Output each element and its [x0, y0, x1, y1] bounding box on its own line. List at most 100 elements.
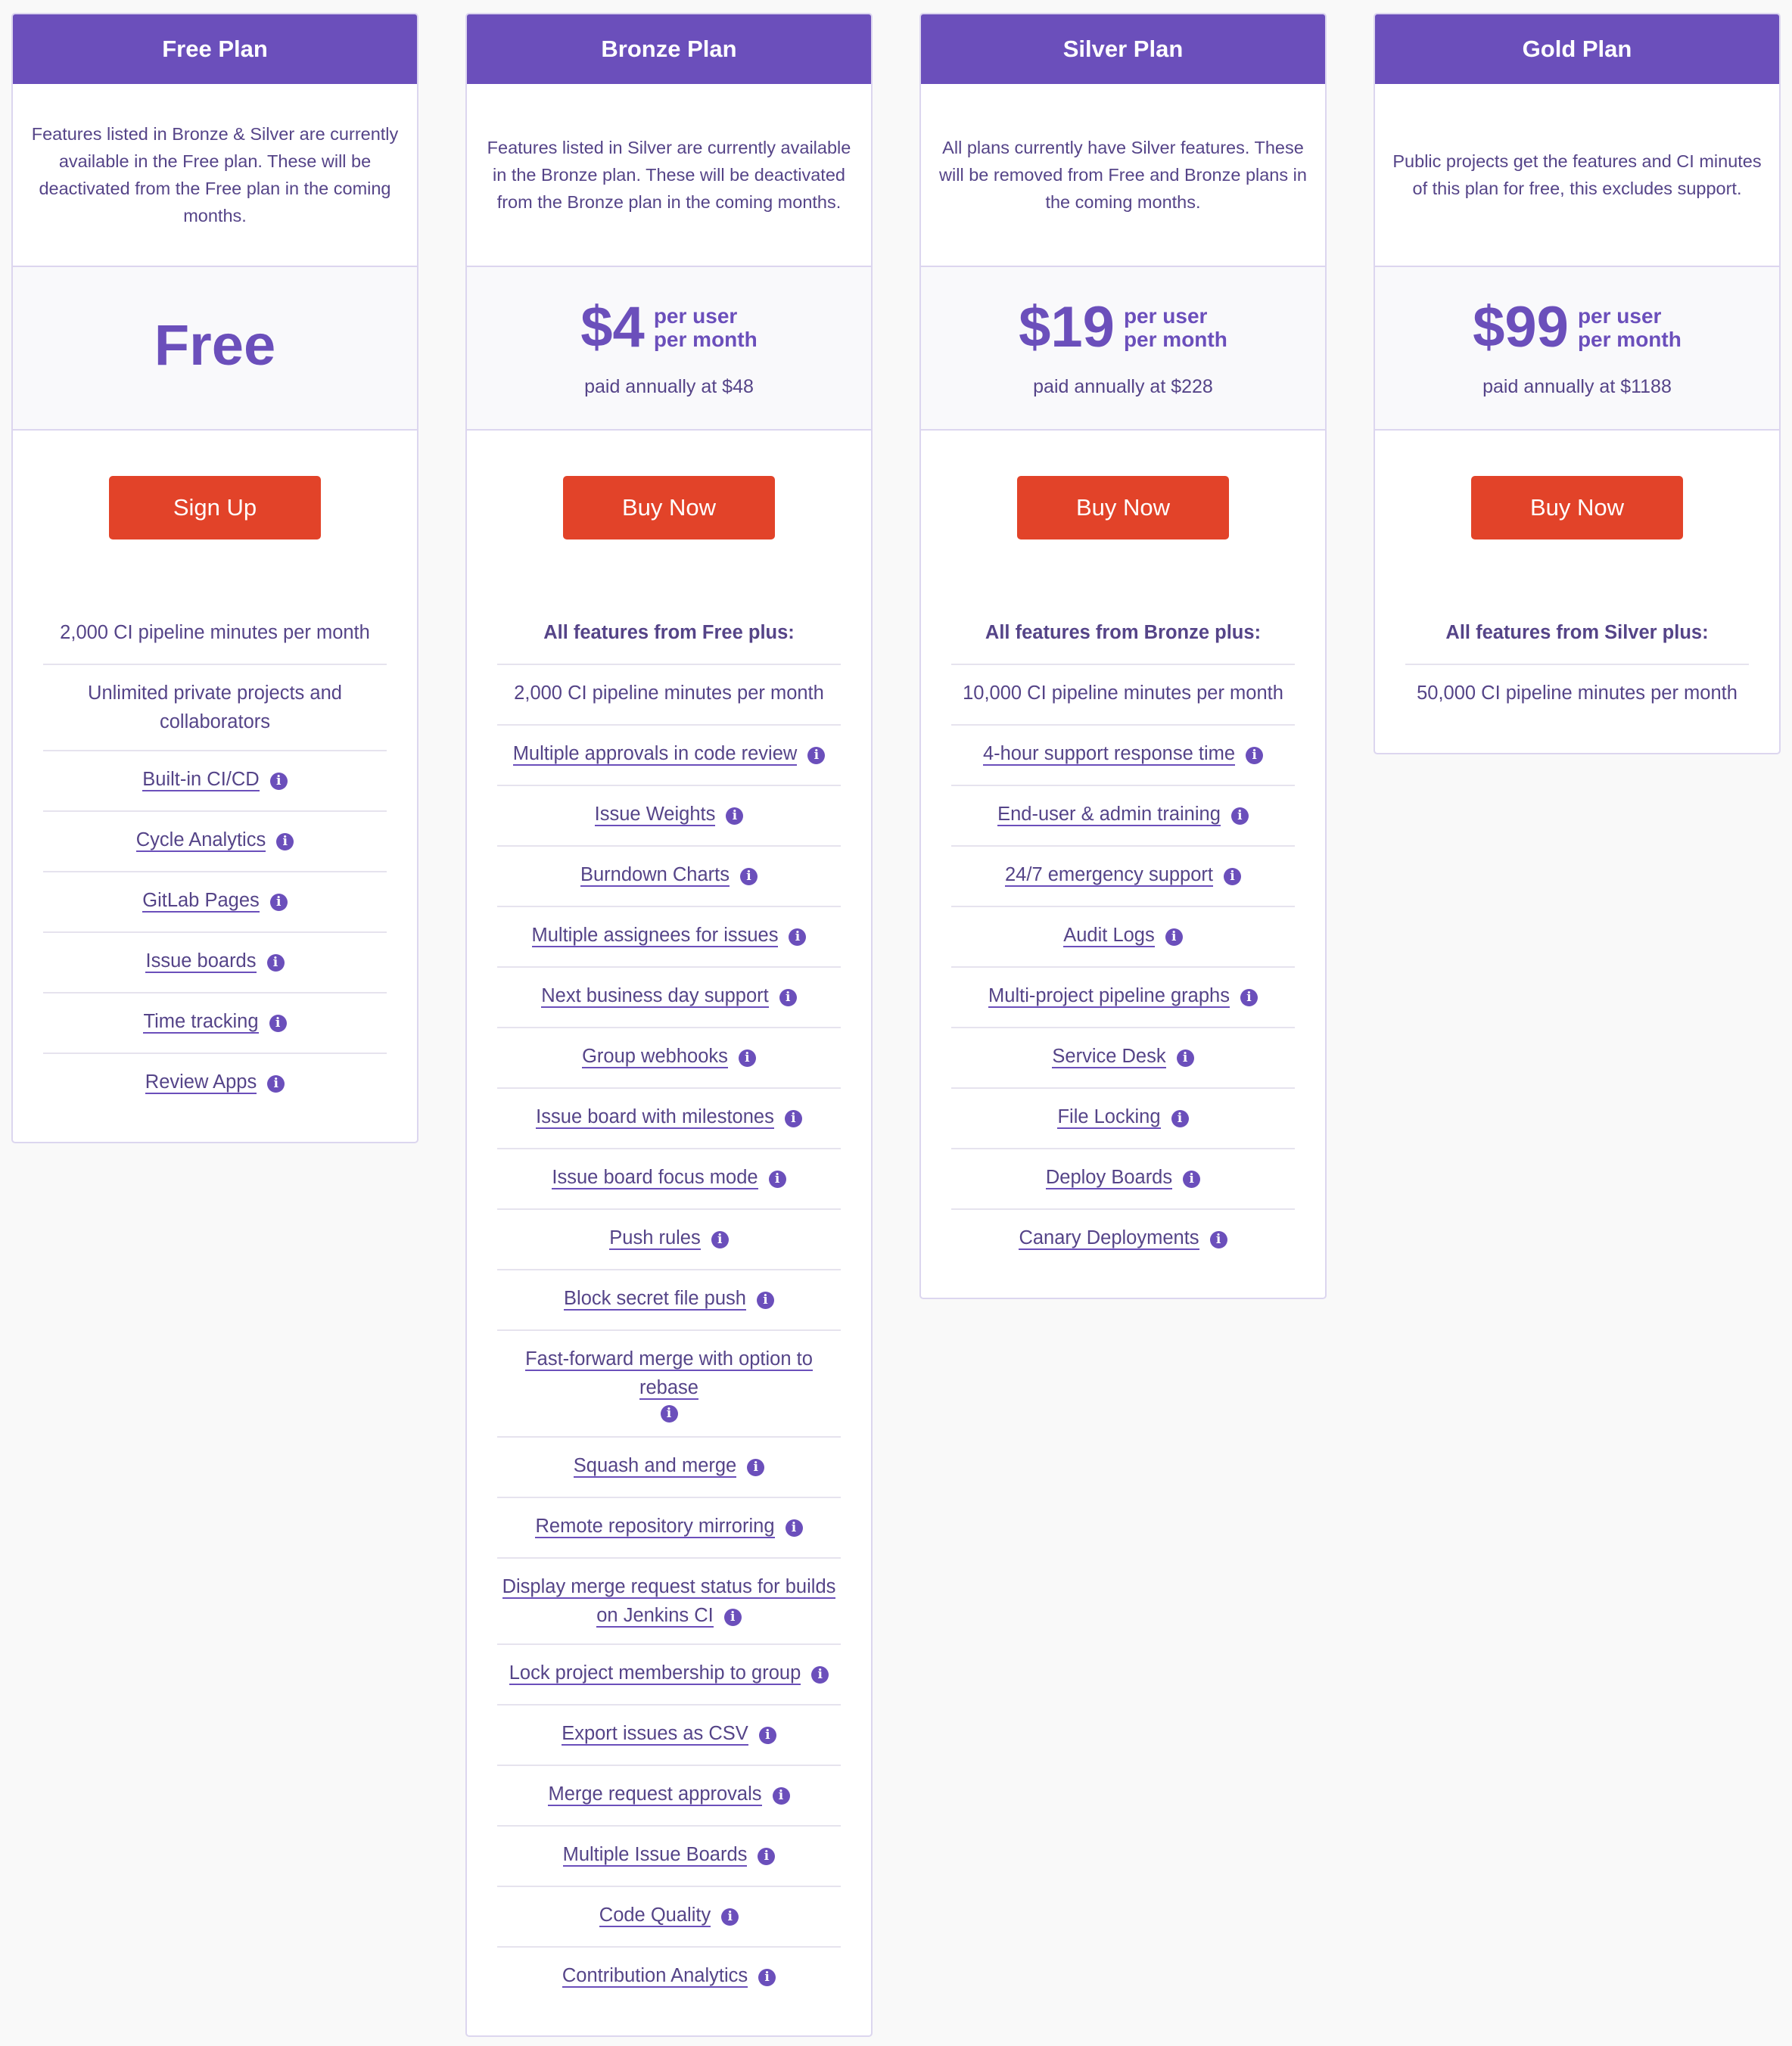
info-icon[interactable]: i	[785, 1519, 803, 1537]
info-icon[interactable]: i	[1209, 1231, 1227, 1248]
info-icon[interactable]: i	[269, 773, 288, 790]
feature-list: All features from Silver plus: 50,000 CI …	[1405, 618, 1749, 726]
price-annual-note: paid annually at $228	[1033, 375, 1213, 397]
feature-link[interactable]: Fast-forward merge with option to rebase	[525, 1348, 813, 1400]
feature-item: Merge request approvals i	[497, 1766, 841, 1827]
info-icon[interactable]: i	[758, 1848, 776, 1865]
info-icon[interactable]: i	[1165, 928, 1183, 946]
feature-text: All features from Free plus:	[543, 622, 795, 643]
info-icon[interactable]: i	[756, 1292, 774, 1309]
feature-link[interactable]: Push rules	[609, 1227, 701, 1250]
info-icon[interactable]: i	[740, 868, 758, 885]
price-unit: per user per month	[1578, 304, 1682, 351]
feature-link[interactable]: Issue board with milestones	[536, 1106, 774, 1129]
feature-link[interactable]: Squash and merge	[573, 1455, 737, 1478]
feature-link[interactable]: Next business day support	[541, 985, 769, 1008]
feature-item: Unlimited private projects and collabora…	[43, 665, 387, 751]
info-icon[interactable]: i	[1176, 1049, 1194, 1067]
feature-link[interactable]: Contribution Analytics	[562, 1965, 748, 1988]
feature-link[interactable]: Multiple approvals in code review	[512, 743, 798, 766]
info-icon[interactable]: i	[789, 928, 807, 946]
feature-link[interactable]: Issue board focus mode	[552, 1167, 758, 1189]
feature-link[interactable]: Remote repository mirroring	[535, 1516, 775, 1538]
feature-link[interactable]: Cycle Analytics	[135, 829, 266, 852]
feature-link[interactable]: Lock project membership to group	[509, 1662, 801, 1685]
info-icon[interactable]: i	[721, 1908, 739, 1926]
feature-link[interactable]: Review Apps	[145, 1071, 257, 1094]
feature-link[interactable]: Group webhooks	[582, 1046, 728, 1068]
feature-item: Block secret file push i	[497, 1270, 841, 1331]
feature-link[interactable]: Issue boards	[145, 950, 257, 973]
bronze-plan-card: Bronze Plan Features listed in Silver are…	[465, 13, 873, 2037]
feature-link[interactable]: Code Quality	[599, 1905, 711, 1927]
info-icon[interactable]: i	[267, 1075, 285, 1093]
feature-item: GitLab Pages i	[43, 872, 387, 933]
buy-now-button[interactable]: Buy Now	[1017, 476, 1229, 539]
info-icon[interactable]: i	[807, 747, 826, 764]
feature-link[interactable]: 24/7 emergency support	[1005, 864, 1213, 887]
info-icon[interactable]: i	[811, 1666, 829, 1684]
info-icon[interactable]: i	[1171, 1110, 1189, 1127]
price-amount: $99	[1473, 294, 1569, 359]
info-icon[interactable]: i	[660, 1405, 678, 1423]
plan-description: Features listed in Bronze & Silver are c…	[13, 84, 417, 267]
feature-list: 2,000 CI pipeline minutes per month Unlim…	[43, 618, 387, 1115]
feature-link[interactable]: Merge request approvals	[548, 1783, 762, 1806]
info-icon[interactable]: i	[269, 894, 288, 911]
feature-link[interactable]: Audit Logs	[1063, 925, 1155, 947]
plan-title: Silver Plan	[921, 14, 1325, 84]
gold-plan-card: Gold Plan Public projects get the feature…	[1374, 13, 1781, 754]
info-icon[interactable]: i	[784, 1110, 802, 1127]
feature-link[interactable]: Block secret file push	[564, 1288, 746, 1311]
price-unit: per user per month	[654, 304, 758, 351]
info-icon[interactable]: i	[276, 833, 294, 850]
feature-text: All features from Bronze plus:	[985, 622, 1262, 643]
info-icon[interactable]: i	[1240, 989, 1258, 1006]
feature-link[interactable]: Deploy Boards	[1045, 1167, 1173, 1189]
feature-link[interactable]: Issue Weights	[594, 804, 716, 826]
info-icon[interactable]: i	[1183, 1171, 1201, 1188]
feature-item: Squash and merge i	[497, 1438, 841, 1498]
feature-link[interactable]: File Locking	[1057, 1106, 1161, 1129]
info-icon[interactable]: i	[1224, 868, 1241, 885]
feature-item: Issue board focus mode i	[497, 1149, 841, 1210]
info-icon[interactable]: i	[726, 807, 744, 825]
info-icon[interactable]: i	[1230, 807, 1249, 825]
feature-link[interactable]: Multiple assignees for issues	[531, 925, 779, 947]
info-icon[interactable]: i	[779, 989, 797, 1006]
feature-link[interactable]: Built-in CI/CD	[142, 769, 260, 791]
feature-link[interactable]: Display merge request status for builds …	[502, 1576, 836, 1628]
info-icon[interactable]: i	[758, 1969, 776, 1986]
feature-link[interactable]: Time tracking	[143, 1011, 259, 1034]
feature-link[interactable]: End-user & admin training	[997, 804, 1221, 826]
feature-link[interactable]: Burndown Charts	[580, 864, 730, 887]
feature-item: Export issues as CSV i	[497, 1706, 841, 1766]
free-plan-card: Free Plan Features listed in Bronze & Sil…	[11, 13, 418, 1143]
buy-now-button[interactable]: Buy Now	[1471, 476, 1683, 539]
info-icon[interactable]: i	[723, 1609, 742, 1626]
feature-link[interactable]: Canary Deployments	[1019, 1227, 1199, 1250]
info-icon[interactable]: i	[1246, 747, 1264, 764]
plan-body: Buy Now All features from Silver plus: 50,…	[1375, 431, 1779, 753]
info-icon[interactable]: i	[758, 1727, 776, 1744]
feature-link[interactable]: Multiple Issue Boards	[562, 1844, 748, 1867]
feature-item: 4-hour support response time i	[951, 726, 1295, 786]
feature-link[interactable]: Export issues as CSV	[562, 1723, 748, 1746]
feature-item: Multiple approvals in code review i	[497, 726, 841, 786]
info-icon[interactable]: i	[738, 1049, 756, 1067]
info-icon[interactable]: i	[772, 1787, 790, 1805]
info-icon[interactable]: i	[711, 1231, 729, 1248]
feature-item: Review Apps i	[43, 1054, 387, 1115]
info-icon[interactable]: i	[269, 1015, 287, 1032]
feature-item: Service Desk i	[951, 1028, 1295, 1089]
feature-link[interactable]: Multi-project pipeline graphs	[988, 985, 1230, 1008]
feature-link[interactable]: Service Desk	[1052, 1046, 1166, 1068]
info-icon[interactable]: i	[266, 954, 285, 972]
feature-item: 2,000 CI pipeline minutes per month	[497, 665, 841, 726]
feature-link[interactable]: GitLab Pages	[142, 890, 260, 913]
feature-link[interactable]: 4-hour support response time	[982, 743, 1236, 766]
info-icon[interactable]: i	[747, 1459, 765, 1476]
sign-up-button[interactable]: Sign Up	[109, 476, 321, 539]
info-icon[interactable]: i	[768, 1171, 786, 1188]
buy-now-button[interactable]: Buy Now	[563, 476, 775, 539]
